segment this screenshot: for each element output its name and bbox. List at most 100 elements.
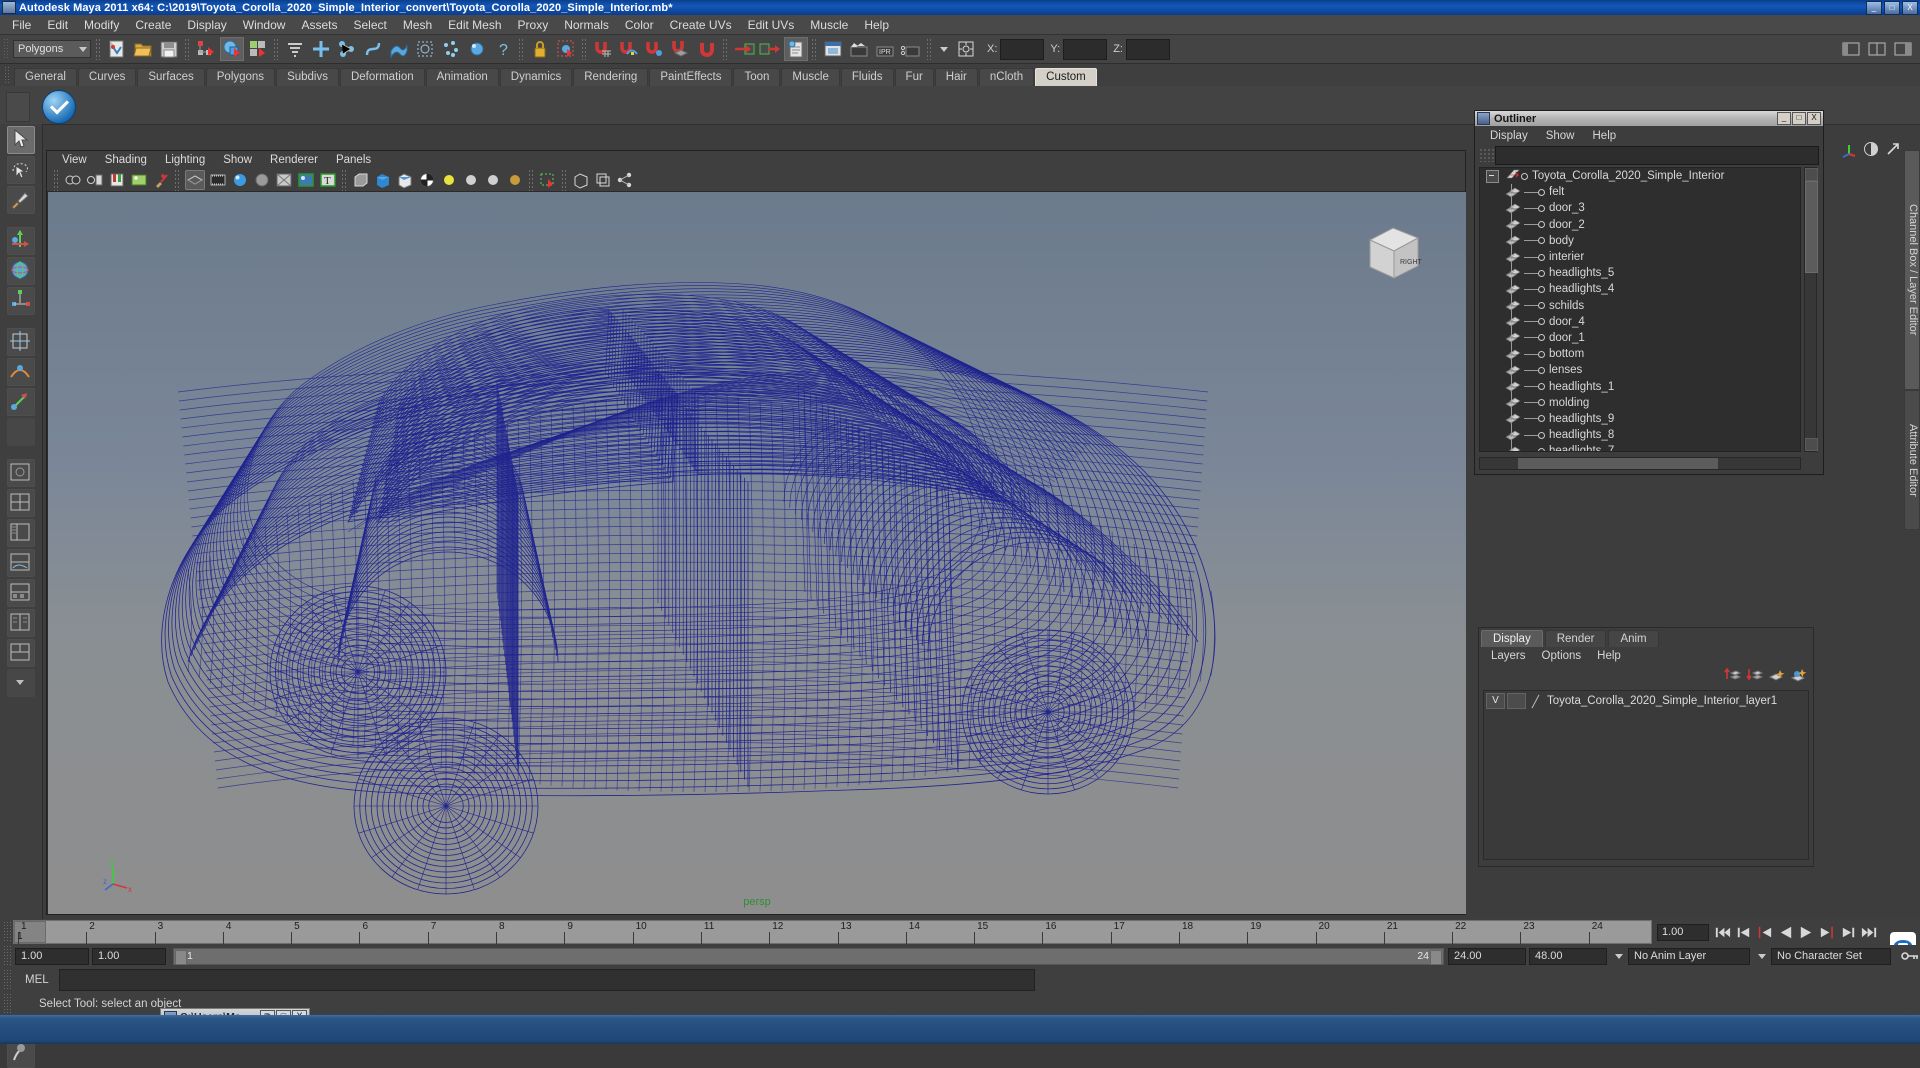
viewport-menu-renderer[interactable]: Renderer <box>261 153 327 167</box>
layer-menu-layers[interactable]: Layers <box>1483 650 1534 662</box>
select-joints-icon[interactable] <box>335 37 359 61</box>
y-input[interactable] <box>1063 38 1108 60</box>
isolate-select-icon[interactable] <box>539 171 557 189</box>
highlight-selection-icon[interactable] <box>554 37 578 61</box>
select-by-hierarchy-icon[interactable] <box>194 37 218 61</box>
layer-editor-tab-anim[interactable]: Anim <box>1608 630 1659 647</box>
menu-item-file[interactable]: File <box>4 16 39 34</box>
range-track[interactable]: 1 24 <box>173 947 1444 965</box>
3d-viewport[interactable]: RIGHT y x z persp <box>48 192 1466 914</box>
absolute-transform-icon[interactable] <box>954 37 978 61</box>
outliner-horizontal-scrollbar[interactable] <box>1479 457 1801 470</box>
lighting-default-icon[interactable] <box>440 171 458 189</box>
scroll-down-arrow[interactable] <box>1805 438 1818 451</box>
image-plane-icon[interactable] <box>130 171 148 189</box>
outliner-item[interactable]: schilds <box>1480 298 1800 314</box>
menu-item-color[interactable]: Color <box>617 16 662 34</box>
step-forward-key-icon[interactable] <box>1839 923 1858 942</box>
shaded-cube-icon[interactable] <box>374 171 392 189</box>
menu-item-select[interactable]: Select <box>345 16 394 34</box>
menu-set-selector[interactable]: Polygons <box>13 40 91 58</box>
move-layer-down-icon[interactable] <box>1746 668 1763 683</box>
select-handles-icon[interactable] <box>309 37 333 61</box>
layer-row[interactable]: V Toyota_Corolla_2020_Simple_Interior_lay… <box>1484 693 1808 709</box>
shelf-tab-toon[interactable]: Toon <box>733 68 781 86</box>
menu-item-mesh[interactable]: Mesh <box>395 16 440 34</box>
outliner-item[interactable]: headlights_9 <box>1480 411 1800 427</box>
outliner-menu-display[interactable]: Display <box>1481 130 1537 142</box>
exposure-control-icon[interactable] <box>594 171 612 189</box>
paint-selection-tool[interactable] <box>7 186 35 214</box>
snap-to-grid-icon[interactable] <box>591 37 615 61</box>
step-back-key-icon[interactable] <box>1734 923 1753 942</box>
show-manipulator-tool[interactable] <box>7 388 35 416</box>
range-end-field[interactable] <box>92 947 166 965</box>
menu-item-assets[interactable]: Assets <box>293 16 345 34</box>
text-display-icon[interactable]: T <box>319 171 337 189</box>
select-misc-icon[interactable]: ? <box>491 37 515 61</box>
select-curves-icon[interactable] <box>361 37 385 61</box>
input-connections-icon[interactable] <box>732 37 756 61</box>
lighting-all-icon[interactable] <box>462 171 480 189</box>
time-slider-track[interactable]: 1 1 2 3 4 5 6 7 8 9 10 11 12 13 14 15 16 17 18 19 20 21 22 23 2… <box>13 920 1652 944</box>
outliner-title-bar[interactable]: Outliner _ □ X <box>1475 111 1823 126</box>
menu-item-edit-mesh[interactable]: Edit Mesh <box>440 16 509 34</box>
move-tool[interactable] <box>7 227 35 255</box>
tab-attribute-editor[interactable]: Attribute Editor <box>1904 390 1920 530</box>
scroll-thumb[interactable] <box>1805 181 1818 273</box>
outliner-maximize-button[interactable]: □ <box>1792 112 1806 125</box>
shelf-grip[interactable] <box>4 66 11 84</box>
output-connections-icon[interactable] <box>758 37 782 61</box>
lighting-gold-icon[interactable] <box>506 171 524 189</box>
construction-history-icon[interactable] <box>784 37 808 61</box>
layout-persp-relationship[interactable] <box>7 609 35 637</box>
shelf-tab-general[interactable]: General <box>14 68 77 86</box>
key-icon[interactable] <box>1900 948 1920 964</box>
play-forwards-icon[interactable] <box>1797 923 1816 942</box>
viewport-menu-shading[interactable]: Shading <box>96 153 156 167</box>
outliner-item[interactable]: bottom <box>1480 346 1800 362</box>
outliner-minimize-button[interactable]: _ <box>1777 112 1791 125</box>
outliner-item[interactable]: door_4 <box>1480 314 1800 330</box>
step-back-frame-icon[interactable] <box>1755 923 1774 942</box>
paint-select-viewport-icon[interactable] <box>152 171 170 189</box>
menu-item-normals[interactable]: Normals <box>556 16 617 34</box>
select-rendering-icon[interactable] <box>465 37 489 61</box>
viewport-menu-show[interactable]: Show <box>214 153 261 167</box>
new-scene-icon[interactable] <box>105 37 129 61</box>
range-slider-grip[interactable] <box>3 945 11 967</box>
layout-single-perspective[interactable] <box>7 459 35 487</box>
tab-channel-box-layer-editor[interactable]: Channel Box / Layer Editor <box>1904 150 1920 390</box>
layout-persp-graph-editor[interactable] <box>7 549 35 577</box>
half-circle-icon[interactable] <box>1862 140 1880 158</box>
current-time-field[interactable] <box>1657 923 1709 941</box>
outliner-vertical-scrollbar[interactable] <box>1804 167 1818 452</box>
texture-display-icon[interactable] <box>297 171 315 189</box>
outliner-item[interactable]: molding <box>1480 395 1800 411</box>
toggle-panel-layout-icon[interactable] <box>1865 37 1889 61</box>
menu-item-edit-uvs[interactable]: Edit UVs <box>740 16 803 34</box>
lock-selection-icon[interactable] <box>528 37 552 61</box>
snap-to-projected-center-icon[interactable] <box>669 37 693 61</box>
outliner-search-input[interactable] <box>1495 145 1819 165</box>
layer-editor-tab-render[interactable]: Render <box>1544 630 1607 647</box>
toggle-attribute-editor-icon[interactable] <box>1891 37 1915 61</box>
time-slider-grip[interactable] <box>3 921 11 943</box>
shelf-tab-fluids[interactable]: Fluids <box>840 68 894 86</box>
layer-list[interactable]: V Toyota_Corolla_2020_Simple_Interior_lay… <box>1483 690 1809 860</box>
lighting-shadows-icon[interactable] <box>484 171 502 189</box>
save-scene-icon[interactable] <box>157 37 181 61</box>
layout-four-view[interactable] <box>7 489 35 517</box>
viewport-menu-panels[interactable]: Panels <box>327 153 380 167</box>
select-by-component-type-icon[interactable] <box>246 37 270 61</box>
select-dynamics-icon[interactable] <box>439 37 463 61</box>
custom-shelf-checkmark-icon[interactable] <box>42 90 76 124</box>
show-hide-ui-icon[interactable] <box>1839 37 1863 61</box>
layout-more[interactable] <box>7 669 35 697</box>
outliner-item[interactable]: door_3 <box>1480 200 1800 216</box>
shelf-tab-ncloth[interactable]: nCloth <box>978 68 1035 86</box>
shelf-tab-surfaces[interactable]: Surfaces <box>137 68 205 86</box>
paint-effects-brush-icon[interactable] <box>7 1040 35 1068</box>
shelf-tab-rendering[interactable]: Rendering <box>573 68 649 86</box>
universal-manipulator-tool[interactable] <box>7 328 35 356</box>
